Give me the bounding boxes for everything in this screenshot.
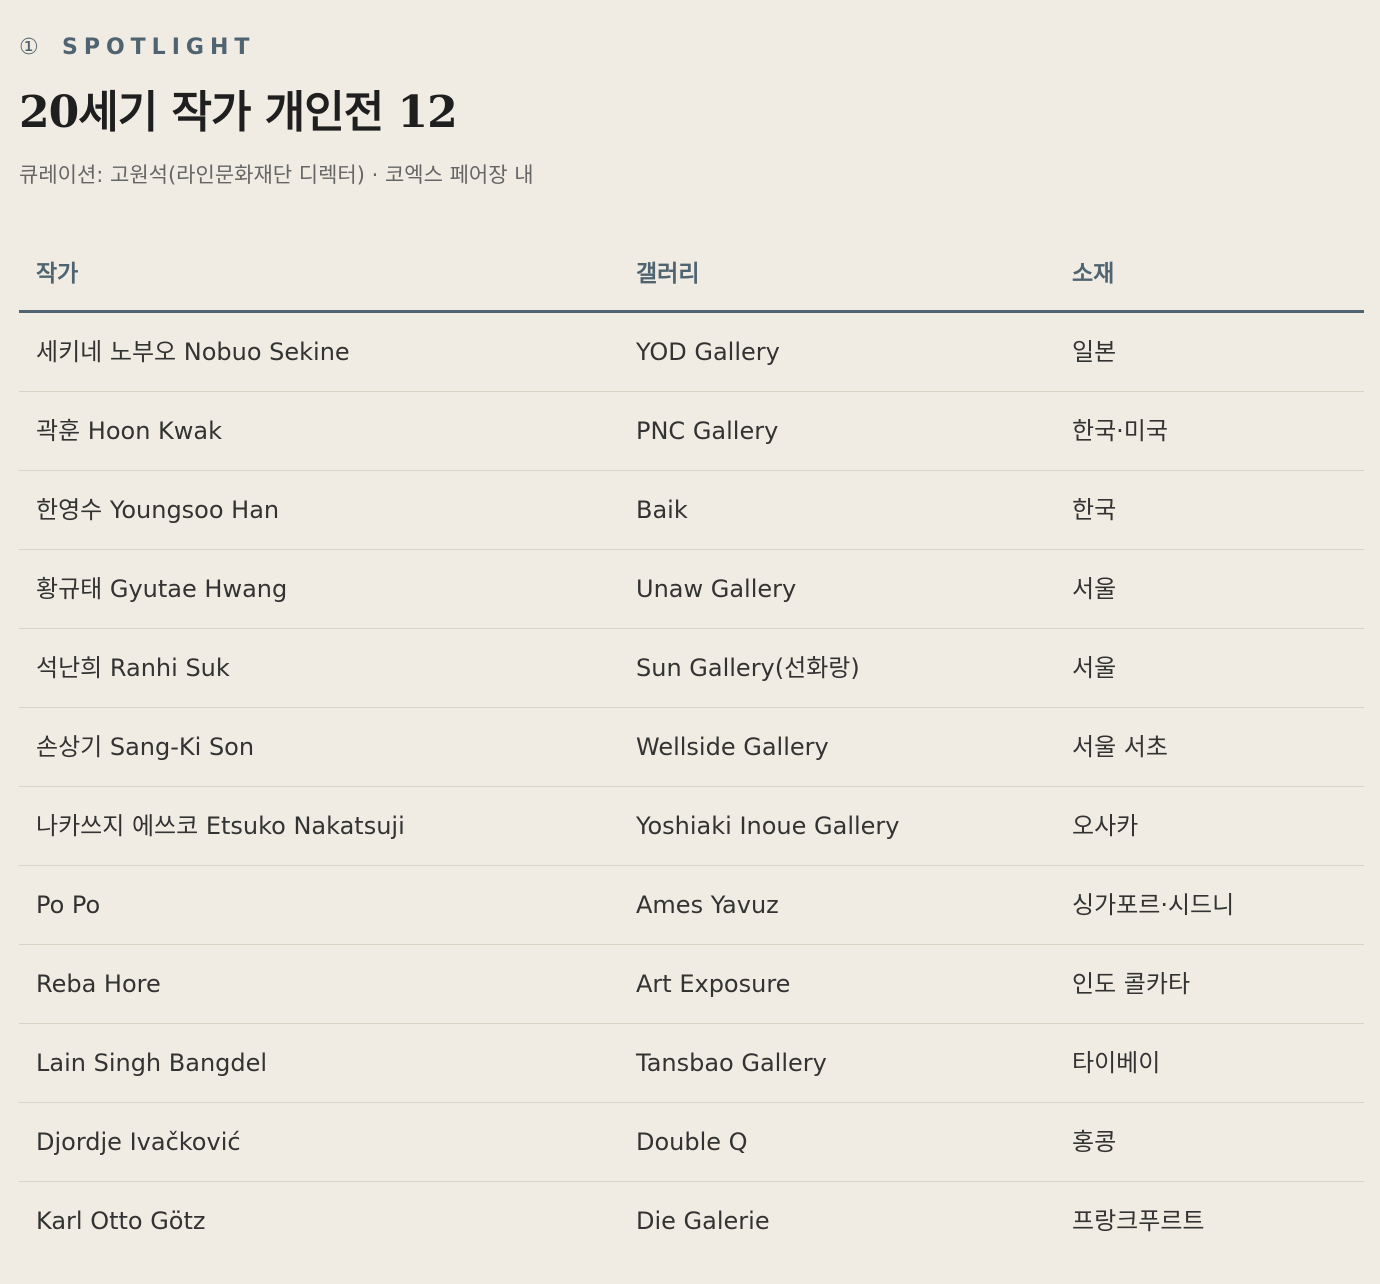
column-header-gallery: 갤러리 [636, 261, 700, 287]
artist-cell: Reba Hore [36, 970, 161, 998]
page: ① SPOTLIGHT 20세기 작가 개인전 12 큐레이션: 고원석(라인문… [0, 0, 1380, 1284]
gallery-cell: Unaw Gallery [636, 575, 797, 603]
page-title: 20세기 작가 개인전 12 [19, 87, 458, 138]
table-row: Po Po Ames Yavuz 싱가포르·시드니 [19, 866, 1364, 945]
table-row: Djordje Ivačković Double Q 홍콩 [19, 1103, 1364, 1182]
location-cell: 오사카 [1072, 812, 1139, 840]
table-row: Karl Otto Götz Die Galerie 프랑크푸르트 [19, 1182, 1364, 1261]
artist-cell: 황규태 Gyutae Hwang [36, 575, 288, 603]
section-number: ① [19, 35, 39, 60]
gallery-cell: Art Exposure [636, 970, 791, 998]
artist-cell: 한영수 Youngsoo Han [36, 496, 280, 524]
table-row: 손상기 Sang-Ki Son Wellside Gallery 서울 서초 [19, 708, 1364, 787]
location-cell: 한국 [1072, 496, 1117, 524]
gallery-cell: PNC Gallery [636, 417, 779, 445]
artist-cell: 세키네 노부오 Nobuo Sekine [36, 338, 350, 366]
artist-cell: 손상기 Sang-Ki Son [36, 733, 255, 761]
table-row: Lain Singh Bangdel Tansbao Gallery 타이베이 [19, 1024, 1364, 1103]
artist-cell: Po Po [36, 891, 101, 919]
artist-cell: Karl Otto Götz [36, 1207, 206, 1235]
table-row: 석난희 Ranhi Suk Sun Gallery(선화랑) 서울 [19, 629, 1364, 708]
table-row: 황규태 Gyutae Hwang Unaw Gallery 서울 [19, 550, 1364, 629]
location-cell: 프랑크푸르트 [1072, 1207, 1205, 1235]
table-row: 나카쓰지 에쓰코 Etsuko Nakatsuji Yoshiaki Inoue… [19, 787, 1364, 866]
table-row: 세키네 노부오 Nobuo Sekine YOD Gallery 일본 [19, 313, 1364, 392]
gallery-cell: Tansbao Gallery [636, 1049, 827, 1077]
section-kicker: ① SPOTLIGHT [19, 34, 255, 62]
artist-table: 작가 갤러리 소재 세키네 노부오 Nobuo Sekine YOD Galle… [19, 236, 1364, 1261]
table-header: 작가 갤러리 소재 [19, 236, 1364, 313]
location-cell: 싱가포르·시드니 [1072, 891, 1235, 919]
artist-cell: 곽훈 Hoon Kwak [36, 417, 223, 445]
gallery-cell: Baik [636, 496, 688, 524]
location-cell: 인도 콜카타 [1072, 970, 1191, 998]
gallery-cell: YOD Gallery [636, 338, 780, 366]
gallery-cell: Double Q [636, 1128, 748, 1156]
gallery-cell: Die Galerie [636, 1207, 770, 1235]
column-header-artist: 작가 [36, 261, 79, 287]
location-cell: 홍콩 [1072, 1128, 1117, 1156]
artist-cell: 나카쓰지 에쓰코 Etsuko Nakatsuji [36, 812, 405, 840]
location-cell: 일본 [1072, 338, 1117, 366]
artist-cell: 석난희 Ranhi Suk [36, 654, 230, 682]
section-label: SPOTLIGHT [62, 35, 256, 60]
table-body: 세키네 노부오 Nobuo Sekine YOD Gallery 일본 곽훈 H… [19, 313, 1364, 1261]
location-cell: 타이베이 [1072, 1049, 1161, 1077]
artist-cell: Lain Singh Bangdel [36, 1049, 268, 1077]
table-row: 한영수 Youngsoo Han Baik 한국 [19, 471, 1364, 550]
column-header-location: 소재 [1072, 261, 1115, 287]
location-cell: 서울 [1072, 654, 1117, 682]
gallery-cell: Sun Gallery(선화랑) [636, 654, 860, 682]
location-cell: 한국·미국 [1072, 417, 1168, 445]
gallery-cell: Ames Yavuz [636, 891, 779, 919]
location-cell: 서울 서초 [1072, 733, 1168, 761]
table-row: 곽훈 Hoon Kwak PNC Gallery 한국·미국 [19, 392, 1364, 471]
gallery-cell: Wellside Gallery [636, 733, 829, 761]
location-cell: 서울 [1072, 575, 1117, 603]
gallery-cell: Yoshiaki Inoue Gallery [636, 812, 900, 840]
artist-cell: Djordje Ivačković [36, 1128, 241, 1156]
table-row: Reba Hore Art Exposure 인도 콜카타 [19, 945, 1364, 1024]
page-subtitle: 큐레이션: 고원석(라인문화재단 디렉터) · 코엑스 페어장 내 [19, 163, 534, 187]
